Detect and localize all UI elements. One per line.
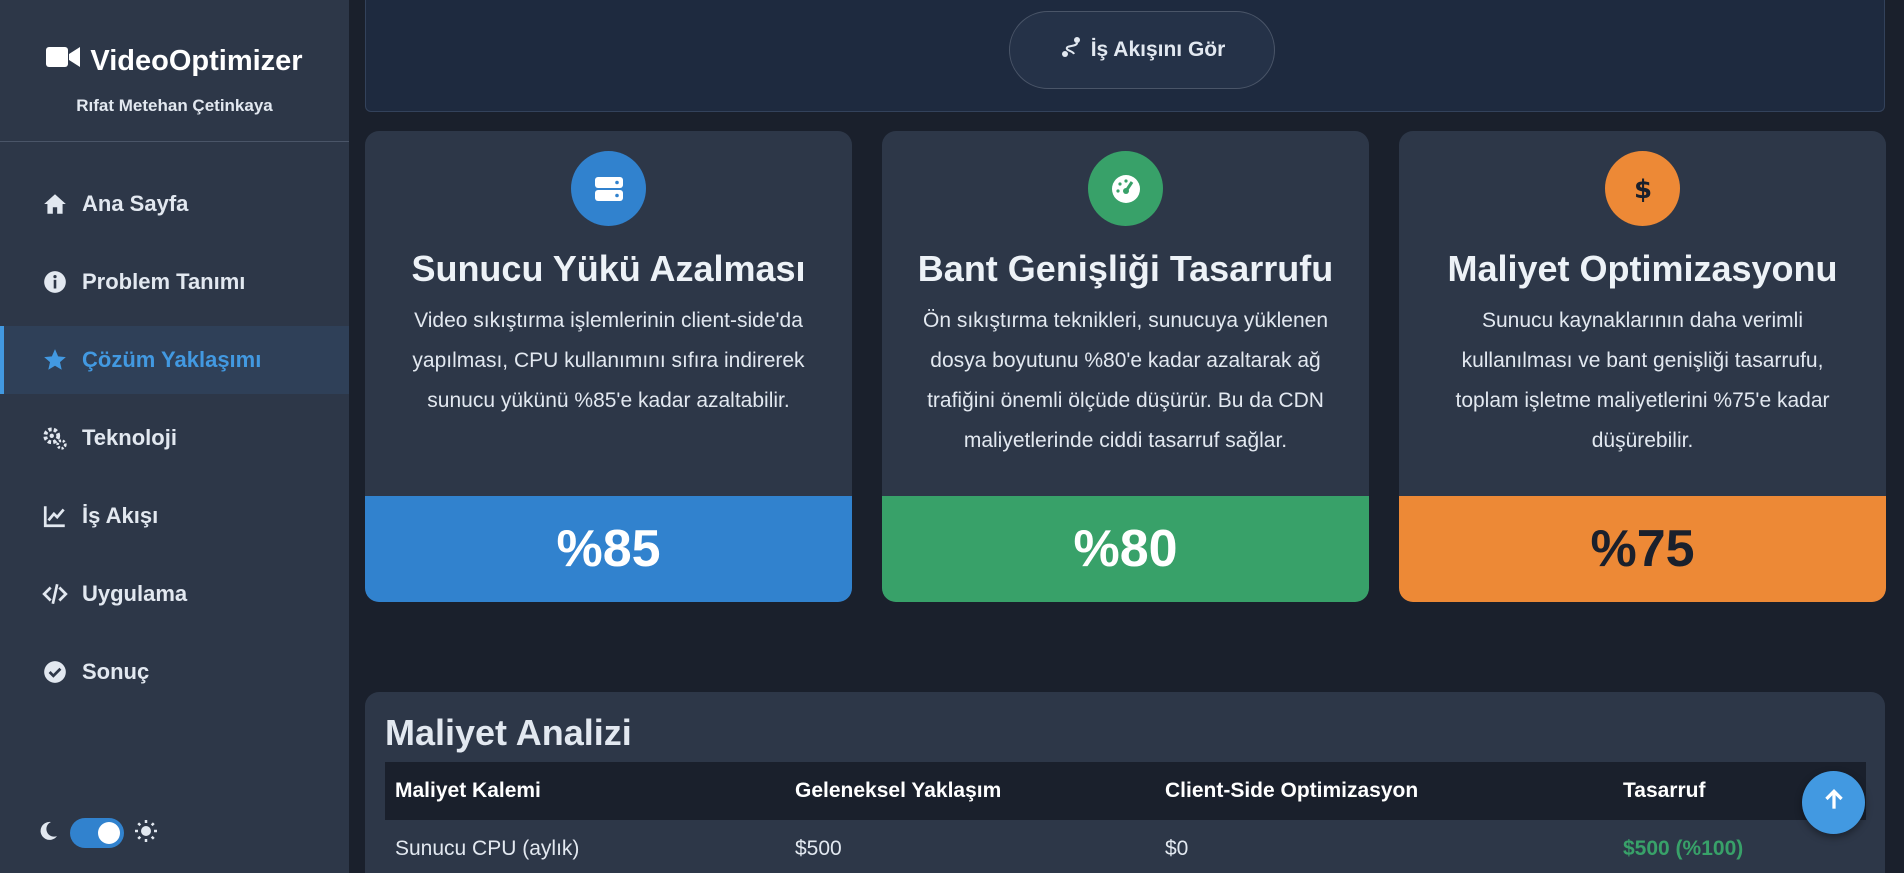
gears-icon bbox=[42, 425, 68, 451]
column-header: Client-Side Optimizasyon bbox=[1155, 762, 1613, 820]
brand: VideoOptimizer Rıfat Metehan Çetinkaya bbox=[0, 0, 349, 142]
gauge-icon bbox=[1088, 151, 1163, 226]
sidebar-nav: Ana Sayfa Problem Tanımı Çözüm Yaklaşımı… bbox=[0, 170, 349, 706]
card-title: Bant Genişliği Tasarrufu bbox=[917, 248, 1334, 289]
svg-text:$: $ bbox=[1633, 175, 1651, 205]
column-header: Maliyet Kalemi bbox=[385, 762, 785, 820]
table-header-row: Maliyet Kalemi Geleneksel Yaklaşım Clien… bbox=[385, 762, 1866, 820]
table-cell: Sunucu CPU (aylık) bbox=[395, 837, 580, 860]
sidebar: VideoOptimizer Rıfat Metehan Çetinkaya A… bbox=[0, 0, 350, 873]
dollar-icon: $ bbox=[1605, 151, 1680, 226]
card-description: Sunucu kaynaklarının daha verimli kullan… bbox=[1455, 309, 1830, 452]
sidebar-item-label: Problem Tanımı bbox=[82, 269, 246, 294]
brand-title[interactable]: VideoOptimizer bbox=[0, 44, 349, 78]
code-icon bbox=[42, 581, 68, 607]
column-header: Geleneksel Yaklaşım bbox=[785, 762, 1155, 820]
card-title: Maliyet Optimizasyonu bbox=[1447, 248, 1838, 289]
view-workflow-button[interactable]: İş Akışını Gör bbox=[1009, 11, 1275, 89]
brand-name: VideoOptimizer bbox=[90, 44, 303, 77]
server-icon bbox=[571, 151, 646, 226]
sidebar-item-is-akisi[interactable]: İş Akışı bbox=[0, 482, 349, 550]
video-camera-icon bbox=[46, 44, 81, 78]
star-icon bbox=[42, 347, 68, 373]
table-row: Sunucu CPU (aylık) $500 $0 $500 (%100) bbox=[385, 820, 1866, 873]
card-title: Sunucu Yükü Azalması bbox=[411, 248, 806, 289]
sidebar-item-label: Çözüm Yaklaşımı bbox=[82, 347, 262, 372]
benefit-card-server-load: Sunucu Yükü Azalması Video sıkıştırma iş… bbox=[365, 131, 852, 602]
sidebar-item-ana-sayfa[interactable]: Ana Sayfa bbox=[0, 170, 349, 238]
section-title: Maliyet Analizi bbox=[385, 712, 632, 753]
sidebar-item-label: Ana Sayfa bbox=[82, 191, 189, 216]
benefit-card-bandwidth: Bant Genişliği Tasarrufu Ön sıkıştırma t… bbox=[882, 131, 1369, 602]
card-stat: %80 bbox=[882, 496, 1369, 602]
sidebar-item-uygulama[interactable]: Uygulama bbox=[0, 560, 349, 628]
info-circle-icon bbox=[42, 269, 68, 295]
flow-banner: İş Akışını Gör bbox=[365, 0, 1885, 112]
main-content: İş Akışını Gör Sunucu Yükü Azalması Vide… bbox=[350, 0, 1904, 873]
scroll-to-top-button[interactable] bbox=[1802, 771, 1865, 834]
table-cell: $0 bbox=[1165, 837, 1189, 860]
sidebar-item-sonuc[interactable]: Sonuç bbox=[0, 638, 349, 706]
table-cell: $500 bbox=[795, 837, 842, 860]
card-description: Video sıkıştırma işlemlerinin client-sid… bbox=[412, 309, 805, 412]
sidebar-item-problem-tanimi[interactable]: Problem Tanımı bbox=[0, 248, 349, 316]
benefit-card-cost: $ Maliyet Optimizasyonu Sunucu kaynaklar… bbox=[1399, 131, 1886, 602]
sidebar-item-teknoloji[interactable]: Teknoloji bbox=[0, 404, 349, 472]
cost-analysis-section: Maliyet Analizi Maliyet Kalemi Gelenekse… bbox=[365, 692, 1885, 873]
theme-toggle[interactable] bbox=[70, 818, 124, 848]
sun-icon bbox=[134, 819, 158, 848]
brand-subtitle: Rıfat Metehan Çetinkaya bbox=[76, 96, 273, 115]
home-icon bbox=[42, 191, 68, 217]
arrow-up-icon bbox=[1821, 787, 1847, 818]
card-stat: %85 bbox=[365, 496, 852, 602]
card-description: Ön sıkıştırma teknikleri, sunucuya yükle… bbox=[922, 309, 1328, 452]
sidebar-item-label: İş Akışı bbox=[82, 503, 159, 528]
cost-analysis-table: Maliyet Kalemi Geleneksel Yaklaşım Clien… bbox=[385, 762, 1866, 873]
moon-icon bbox=[36, 819, 60, 848]
check-circle-icon bbox=[42, 659, 68, 685]
card-stat: %75 bbox=[1399, 496, 1886, 602]
sidebar-item-cozum-yaklasimi[interactable]: Çözüm Yaklaşımı bbox=[0, 326, 349, 394]
view-workflow-label: İş Akışını Gör bbox=[1090, 38, 1226, 61]
theme-switcher bbox=[36, 818, 158, 848]
route-icon bbox=[1059, 35, 1083, 65]
line-chart-icon bbox=[42, 503, 68, 529]
sidebar-item-label: Teknoloji bbox=[82, 425, 177, 450]
sidebar-item-label: Uygulama bbox=[82, 581, 188, 606]
sidebar-item-label: Sonuç bbox=[82, 659, 150, 684]
